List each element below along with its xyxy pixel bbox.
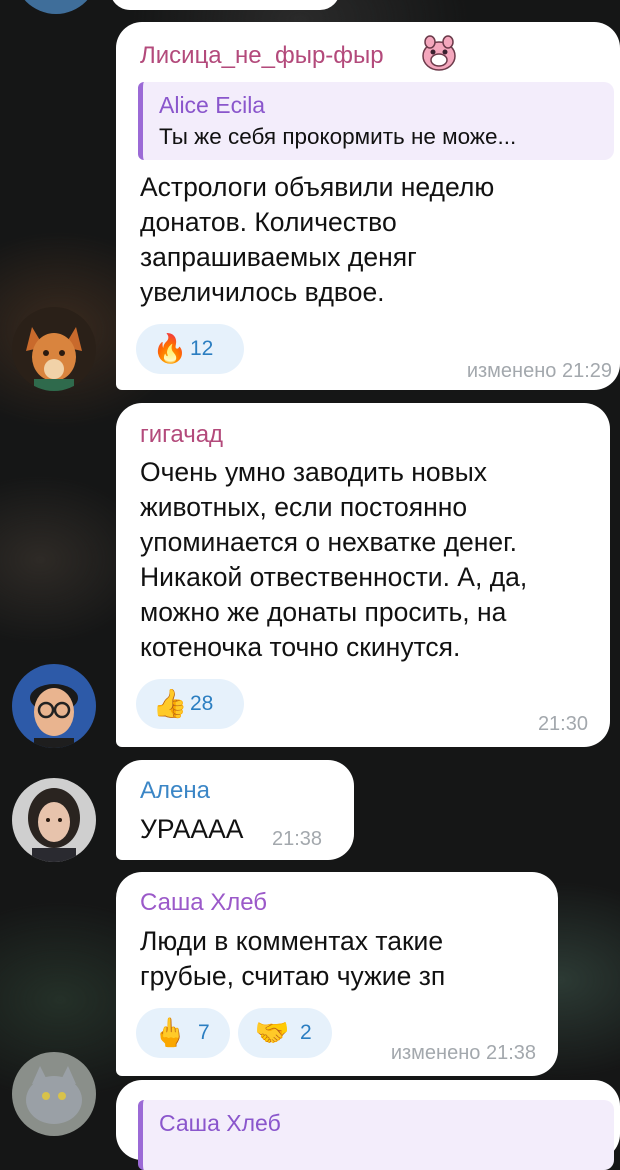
middle-finger-icon: 🖕 bbox=[152, 1017, 188, 1048]
reaction-fire[interactable]: 🔥 12 bbox=[136, 324, 244, 374]
previous-message-bubble[interactable] bbox=[110, 0, 340, 10]
sender-name-2[interactable]: гигачад bbox=[140, 421, 223, 449]
message-bubble-2[interactable]: гигачад Очень умно заводить новых животн… bbox=[116, 403, 610, 747]
fire-icon: 🔥 bbox=[152, 333, 188, 364]
message-time-1: изменено 21:29 bbox=[466, 360, 612, 382]
sender-name-1[interactable]: Лисица_не_фыр-фыр bbox=[140, 42, 384, 70]
fox-avatar[interactable] bbox=[12, 307, 96, 391]
message-bubble-3[interactable]: Алена УРАААА 21:38 bbox=[116, 760, 354, 860]
reaction-thumbs-up[interactable]: 👍 28 bbox=[136, 679, 244, 729]
reaction-count: 12 bbox=[190, 337, 214, 360]
pig-sticker-icon bbox=[418, 32, 460, 74]
message-text-1: Астрологи объявили неделю донатов. Колич… bbox=[140, 172, 495, 307]
sender-name-4[interactable]: Саша Хлеб bbox=[140, 889, 267, 917]
reply-quote-partial[interactable]: Саша Хлеб bbox=[138, 1100, 614, 1170]
message-time-2: 21:30 bbox=[537, 713, 588, 735]
reaction-count: 7 bbox=[198, 1021, 210, 1044]
reaction-handshake[interactable]: 🤝 2 bbox=[238, 1008, 332, 1058]
thumbs-up-icon: 👍 bbox=[152, 688, 188, 719]
message-bubble-5[interactable]: Саша Хлеб bbox=[116, 1080, 620, 1170]
message-text-2: Очень умно заводить новых животных, если… bbox=[140, 457, 528, 662]
reply-quote[interactable]: Alice Ecila Ты же себя прокормить не мож… bbox=[138, 82, 614, 160]
reply-text: Ты же себя прокормить не може... bbox=[159, 124, 517, 149]
reaction-middle-finger[interactable]: 🖕 7 bbox=[136, 1008, 230, 1058]
previous-avatar[interactable] bbox=[14, 0, 98, 14]
sender-name-3[interactable]: Алена bbox=[140, 777, 210, 805]
man-glasses-avatar[interactable] bbox=[12, 664, 96, 748]
reaction-count: 28 bbox=[190, 692, 214, 715]
woman-avatar[interactable] bbox=[12, 778, 96, 862]
cat-avatar[interactable] bbox=[12, 1052, 96, 1136]
message-bubble-1[interactable]: Лисица_не_фыр-фыр Alice Ecila Ты же себя… bbox=[116, 22, 620, 390]
message-time-3: 21:38 bbox=[272, 828, 323, 850]
reply-author: Alice Ecila bbox=[159, 92, 266, 118]
reaction-count: 2 bbox=[300, 1021, 312, 1044]
handshake-icon: 🤝 bbox=[254, 1017, 290, 1048]
message-time-4: изменено 21:38 bbox=[390, 1042, 536, 1064]
message-bubble-4[interactable]: Саша Хлеб Люди в комментах такие грубые,… bbox=[116, 872, 558, 1076]
message-text-3: УРАААА bbox=[140, 814, 244, 844]
message-text-4: Люди в комментах такие грубые, считаю чу… bbox=[140, 926, 446, 991]
